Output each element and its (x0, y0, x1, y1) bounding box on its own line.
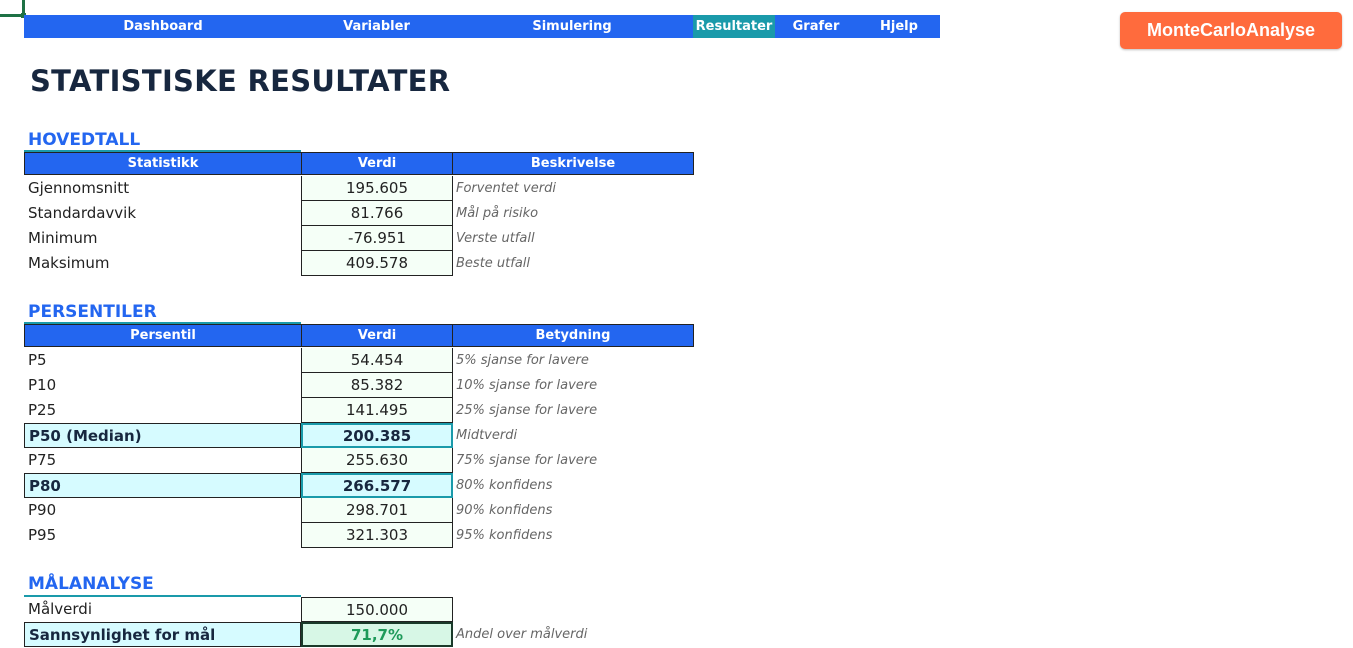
row-label: P90 (28, 501, 57, 519)
row-label: P25 (28, 401, 57, 419)
description-cell: Forventet verdi (456, 181, 556, 196)
table-row: Målverdi 150.000 (24, 597, 694, 622)
description-cell: Beste utfall (456, 256, 531, 271)
description-cell: 95% konfidens (456, 528, 553, 543)
value-cell[interactable]: 409.578 (301, 251, 453, 276)
row-label: P80 (24, 473, 301, 498)
description-cell: 75% sjanse for lavere (456, 453, 598, 468)
description-cell: Andel over målverdi (456, 627, 588, 642)
table-row: Gjennomsnitt 195.605 Forventet verdi (24, 176, 694, 201)
table-row: P90 298.701 90% konfidens (24, 498, 694, 523)
table-row: P75 255.630 75% sjanse for lavere (24, 448, 694, 473)
nav-resultater[interactable]: Resultater (693, 15, 775, 38)
value-cell[interactable]: 54.454 (301, 348, 453, 373)
section-title-persentiler: PERSENTILER (28, 302, 157, 322)
row-label: P5 (28, 351, 47, 369)
target-value-input[interactable]: 150.000 (301, 597, 453, 622)
row-label: P75 (28, 451, 57, 469)
row-label: Sannsynlighet for mål (24, 622, 301, 647)
row-label: P50 (Median) (24, 423, 301, 448)
value-cell[interactable]: 200.385 (301, 423, 453, 448)
column-header: Betydning (452, 324, 694, 347)
nav-hjelp[interactable]: Hjelp (866, 15, 932, 38)
section-title-hovedtall: HOVEDTALL (28, 130, 141, 150)
row-label: P95 (28, 526, 57, 544)
table-row-highlighted: P80 266.577 80% konfidens (24, 473, 694, 498)
description-cell: 5% sjanse for lavere (456, 353, 589, 368)
column-header: Persentil (24, 324, 302, 347)
description-cell: Midtverdi (456, 428, 518, 443)
value-cell[interactable]: 255.630 (301, 448, 453, 473)
probability-value-cell[interactable]: 71,7% (301, 622, 453, 647)
value-cell[interactable]: 195.605 (301, 176, 453, 201)
description-cell: 90% konfidens (456, 503, 553, 518)
table-header: Persentil Verdi Betydning (24, 324, 694, 347)
nav-variabler[interactable]: Variabler (294, 15, 459, 38)
row-label: Minimum (28, 229, 98, 247)
value-cell[interactable]: 298.701 (301, 498, 453, 523)
table-row: P95 321.303 95% konfidens (24, 523, 694, 548)
description-cell: Verste utfall (456, 231, 535, 246)
table-row: Maksimum 409.578 Beste utfall (24, 251, 694, 276)
description-cell: 10% sjanse for lavere (456, 378, 598, 393)
nav-simulering[interactable]: Simulering (484, 15, 660, 38)
row-label: Maksimum (28, 254, 110, 272)
table-row-goal: Sannsynlighet for mål 71,7% Andel over m… (24, 622, 694, 647)
row-label: Gjennomsnitt (28, 179, 130, 197)
value-cell[interactable]: 141.495 (301, 398, 453, 423)
column-header: Verdi (301, 152, 453, 175)
nav-grafer[interactable]: Grafer (783, 15, 849, 38)
column-header: Verdi (301, 324, 453, 347)
value-cell[interactable]: 81.766 (301, 201, 453, 226)
value-cell[interactable]: 321.303 (301, 523, 453, 548)
description-cell: Mål på risiko (456, 206, 539, 221)
table-row-highlighted: P50 (Median) 200.385 Midtverdi (24, 423, 694, 448)
description-cell: 25% sjanse for lavere (456, 403, 598, 418)
navigation-bar: Dashboard Variabler Simulering Resultate… (24, 15, 940, 38)
row-label: Standardavvik (28, 204, 137, 222)
brand-button[interactable]: MonteCarloAnalyse (1120, 12, 1342, 49)
column-header: Beskrivelse (452, 152, 694, 175)
description-cell: 80% konfidens (456, 478, 553, 493)
value-cell[interactable]: -76.951 (301, 226, 453, 251)
row-label: P10 (28, 376, 57, 394)
page-title: STATISTISKE RESULTATER (30, 64, 451, 98)
value-cell[interactable]: 266.577 (301, 473, 453, 498)
row-label: Målverdi (28, 600, 92, 618)
column-header: Statistikk (24, 152, 302, 175)
nav-dashboard[interactable]: Dashboard (69, 15, 257, 38)
table-row: P10 85.382 10% sjanse for lavere (24, 373, 694, 398)
table-row: P25 141.495 25% sjanse for lavere (24, 398, 694, 423)
table-row: Minimum -76.951 Verste utfall (24, 226, 694, 251)
section-title-malanalyse: MÅLANALYSE (28, 574, 154, 594)
table-header: Statistikk Verdi Beskrivelse (24, 152, 694, 175)
table-row: Standardavvik 81.766 Mål på risiko (24, 201, 694, 226)
table-row: P5 54.454 5% sjanse for lavere (24, 348, 694, 373)
value-cell[interactable]: 85.382 (301, 373, 453, 398)
